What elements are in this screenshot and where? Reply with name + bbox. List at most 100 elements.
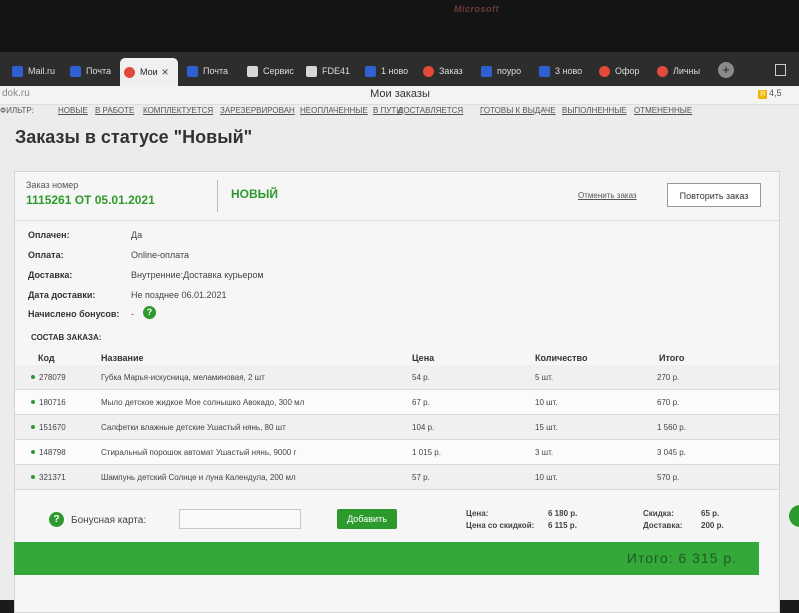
tab-label: Почта — [203, 66, 228, 76]
doc-icon — [247, 65, 258, 77]
tab-label: 3 ново — [555, 66, 583, 76]
item-price: 1 015 р. — [412, 448, 441, 457]
filter-in-work[interactable]: В РАБОТЕ — [95, 106, 134, 115]
bonuses-label: Начислено бонусов: — [28, 309, 120, 319]
monitor-bezel: Microsoft — [0, 0, 799, 52]
filter-completed[interactable]: ВЫПОЛНЕННЫЕ — [562, 106, 627, 115]
mail-icon — [539, 65, 550, 77]
site-icon — [599, 65, 610, 77]
filter-ready[interactable]: ГОТОВЫ К ВЫДАЧЕ — [480, 106, 556, 115]
filter-reserved[interactable]: ЗАРЕЗЕРВИРОВАН — [220, 106, 295, 115]
url-domain[interactable]: dok.ru — [2, 88, 30, 99]
filter-unpaid[interactable]: НЕОПЛАЧЕННЫЕ — [300, 106, 368, 115]
item-qty: 5 шт. — [535, 373, 554, 382]
tab-label: 1 ново — [381, 66, 409, 76]
tab-new-mail-1[interactable]: 1 ново — [361, 60, 417, 82]
item-name[interactable]: Стиральный порошок автомат Ушастый нянь,… — [101, 448, 296, 457]
filter-cancelled[interactable]: ОТМЕНЕННЫЕ — [634, 106, 692, 115]
filter-new[interactable]: НОВЫЕ — [58, 106, 88, 115]
item-name[interactable]: Мыло детское жидкое Мое солнышко Авокадо… — [101, 398, 304, 407]
item-price: 67 р. — [412, 398, 430, 407]
tab-my-orders[interactable]: Мои × — [120, 58, 178, 86]
address-bar: dok.ru Мои заказы Я 4,5 — [0, 86, 799, 105]
new-tab-button[interactable]: + — [718, 62, 734, 78]
tab-label: Заказ — [439, 66, 463, 76]
tab-label: Личны — [673, 66, 701, 76]
table-row: 151670 Салфетки влажные детские Ушастый … — [15, 415, 779, 440]
status-filter: ФИЛЬТР: НОВЫЕ В РАБОТЕ КОМПЛЕКТУЕТСЯ ЗАР… — [0, 105, 799, 119]
tab-checkout[interactable]: Офор — [595, 60, 651, 82]
item-code: 148798 — [39, 448, 66, 457]
item-qty: 15 шт. — [535, 423, 558, 432]
bonus-card-input[interactable] — [179, 509, 301, 529]
item-total: 3 045 р. — [657, 448, 686, 457]
bullet-icon — [31, 375, 35, 379]
bonus-help-icon[interactable]: ? — [143, 306, 156, 319]
page-heading: Заказы в статусе "Новый" — [15, 127, 253, 147]
filter-assembling[interactable]: КОМПЛЕКТУЕТСЯ — [143, 106, 213, 115]
bullet-icon — [31, 450, 35, 454]
col-name-header: Название — [101, 353, 144, 363]
doc-icon — [306, 65, 317, 77]
item-qty: 3 шт. — [535, 448, 554, 457]
tab-personal[interactable]: Личны — [653, 60, 709, 82]
page-content: ФИЛЬТР: НОВЫЕ В РАБОТЕ КОМПЛЕКТУЕТСЯ ЗАР… — [0, 105, 799, 613]
order-total: Итого: 6 315 р. — [626, 550, 737, 566]
header-divider — [217, 180, 218, 212]
col-price-header: Цена — [412, 353, 435, 363]
mail-icon — [481, 65, 492, 77]
discount-value: 65 р. — [701, 509, 720, 518]
tab-label: FDE41 — [322, 66, 351, 76]
mail-icon — [365, 65, 376, 77]
bonus-card-label: Бонусная карта: — [71, 515, 147, 526]
bonus-card-help-icon[interactable]: ? — [49, 512, 64, 527]
item-qty: 10 шт. — [535, 473, 558, 482]
tab-order[interactable]: Заказ — [419, 60, 475, 82]
tab-mail-2[interactable]: Почта — [183, 60, 241, 82]
rating-value: 4,5 — [769, 88, 782, 98]
tab-lessons[interactable]: поуро — [477, 60, 533, 82]
repeat-order-button[interactable]: Повторить заказ — [667, 183, 761, 207]
item-price: 57 р. — [412, 473, 430, 482]
browser-tab-bar: Mail.ru Почта Мои × Почта Сервис FDE41 1… — [0, 52, 799, 86]
paid-label: Оплачен: — [28, 230, 70, 240]
tab-label: Мои — [140, 67, 158, 77]
tab-mail-1[interactable]: Почта — [66, 60, 118, 82]
tab-close-icon[interactable]: × — [162, 65, 169, 79]
table-row: 321371 Шампунь детский Солнце и луна Кал… — [15, 465, 779, 490]
site-rating: Я 4,5 — [758, 88, 782, 99]
col-qty-header: Количество — [535, 353, 588, 363]
tab-fde41[interactable]: FDE41 — [302, 60, 360, 82]
order-number: 1115261 ОТ 05.01.2021 — [26, 193, 155, 207]
delivery-label: Доставка: — [28, 270, 73, 280]
bullet-icon — [31, 425, 35, 429]
item-total: 670 р. — [657, 398, 680, 407]
delivery-cost-label: Доставка: — [643, 521, 683, 530]
order-number-label: Заказ номер — [26, 180, 79, 190]
item-name[interactable]: Шампунь детский Солнце и луна Календула,… — [101, 473, 296, 482]
item-qty: 10 шт. — [535, 398, 558, 407]
item-code: 278079 — [39, 373, 66, 382]
monitor-brand: Microsoft — [454, 4, 499, 14]
mail-icon — [187, 65, 198, 77]
tab-new-mail-3[interactable]: 3 ново — [535, 60, 593, 82]
cancel-order-link[interactable]: Отменить заказ — [578, 191, 637, 200]
col-code-header: Код — [38, 353, 55, 363]
table-row: 278079 Губка Марья-искусница, меламинова… — [15, 365, 779, 390]
chat-widget-icon[interactable] — [789, 505, 799, 527]
table-row: 148798 Стиральный порошок автомат Ушасты… — [15, 440, 779, 465]
tab-service[interactable]: Сервис — [243, 60, 301, 82]
item-name[interactable]: Салфетки влажные детские Ушастый нянь, 8… — [101, 423, 286, 432]
items-table: 278079 Губка Марья-искусница, меламинова… — [15, 365, 779, 490]
item-code: 151670 — [39, 423, 66, 432]
delivery-cost-value: 200 р. — [701, 521, 724, 530]
paid-value: Да — [131, 230, 143, 240]
filter-delivering[interactable]: ДОСТАВЛЯЕТСЯ — [398, 106, 463, 115]
window-icon[interactable] — [775, 64, 786, 76]
item-price: 54 р. — [412, 373, 430, 382]
add-bonus-card-button[interactable]: Добавить — [337, 509, 397, 529]
item-name[interactable]: Губка Марья-искусница, меламиновая, 2 шт — [101, 373, 265, 382]
tab-label: Сервис — [263, 66, 294, 76]
order-total-bar: Итого: 6 315 р. — [14, 542, 759, 575]
col-total-header: Итого — [659, 353, 685, 363]
